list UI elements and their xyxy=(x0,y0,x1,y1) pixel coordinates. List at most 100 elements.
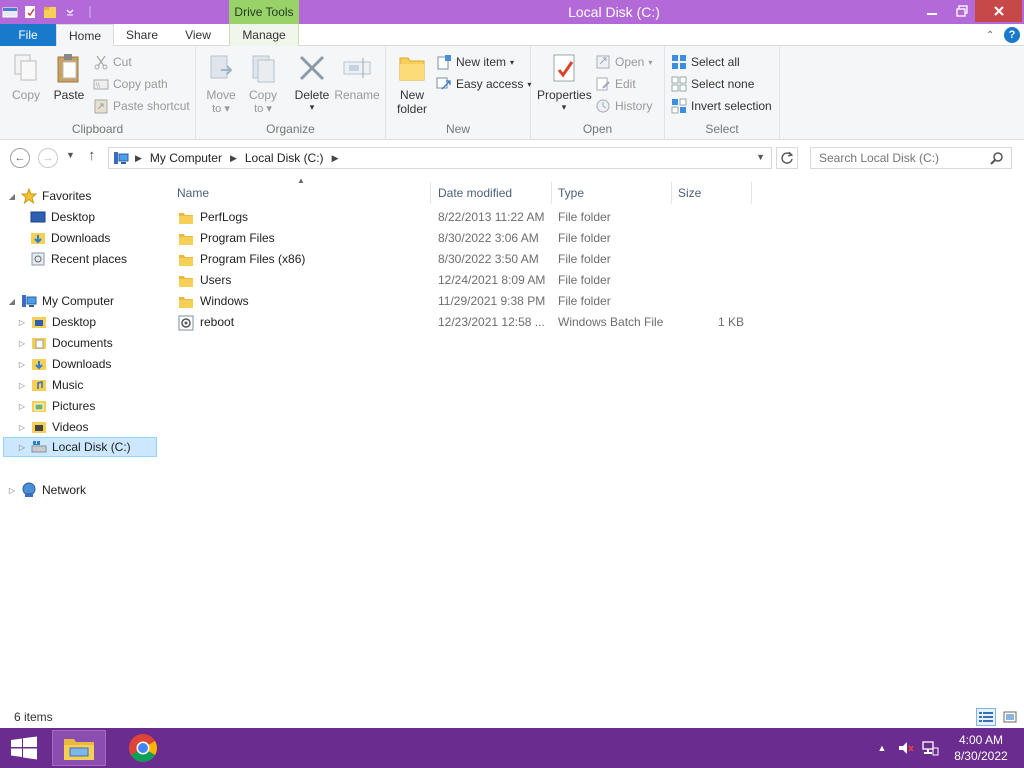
select-none-button[interactable]: Select none xyxy=(671,74,754,94)
edit-button[interactable]: Edit xyxy=(595,74,636,94)
file-size xyxy=(678,207,744,228)
breadcrumb-arrow-icon[interactable]: ▶ xyxy=(135,153,142,164)
tree-favorites[interactable]: ◢ Favorites xyxy=(8,186,91,206)
tree-pc-documents[interactable]: ▷ Documents xyxy=(18,333,113,353)
paste-shortcut-button[interactable]: Paste shortcut xyxy=(93,96,190,116)
expanded-arrow-icon[interactable]: ◢ xyxy=(8,192,16,201)
forward-button[interactable]: → xyxy=(38,148,58,168)
rename-button[interactable]: Rename xyxy=(334,52,380,102)
chevron-down-icon[interactable] xyxy=(62,4,78,20)
folder-icon xyxy=(178,273,194,289)
collapsed-arrow-icon[interactable]: ▷ xyxy=(18,402,26,411)
start-button[interactable] xyxy=(10,736,38,760)
taskbar-chrome[interactable] xyxy=(116,730,170,766)
file-row[interactable]: Program Files (x86) 8/30/2022 3:50 AM Fi… xyxy=(174,249,764,270)
tree-fav-downloads[interactable]: Downloads xyxy=(30,228,110,248)
restore-button[interactable] xyxy=(948,0,976,22)
file-row[interactable]: Program Files 8/30/2022 3:06 AM File fol… xyxy=(174,228,764,249)
copy-path-button[interactable]: \\ Copy path xyxy=(93,74,168,94)
collapsed-arrow-icon[interactable]: ▷ xyxy=(18,443,26,452)
taskbar-file-explorer[interactable] xyxy=(52,730,106,766)
tree-network[interactable]: ▷ Network xyxy=(8,480,86,500)
column-header-type[interactable]: Type xyxy=(552,182,672,204)
help-icon[interactable]: ? xyxy=(1004,27,1020,43)
network-status-button[interactable] xyxy=(920,738,940,758)
paste-button[interactable]: Paste xyxy=(50,52,88,102)
tree-pc-downloads[interactable]: ▷ Downloads xyxy=(18,354,111,374)
move-to-button[interactable]: Move to ▾ xyxy=(204,52,238,115)
search-input[interactable] xyxy=(810,147,1012,169)
new-folder-button[interactable]: New folder xyxy=(392,52,432,116)
collapsed-arrow-icon[interactable]: ▷ xyxy=(18,339,26,348)
tree-my-computer[interactable]: ◢ My Computer xyxy=(8,291,114,311)
tab-manage[interactable]: Manage xyxy=(229,24,299,46)
delete-button[interactable]: Delete ▾ xyxy=(292,52,332,113)
up-button[interactable]: ↑ xyxy=(88,147,102,167)
cut-button[interactable]: Cut xyxy=(93,52,132,72)
new-item-button[interactable]: New item ▾ xyxy=(436,52,514,72)
column-header-date[interactable]: Date modified xyxy=(432,182,552,204)
back-button[interactable]: ← xyxy=(10,148,30,168)
select-all-button[interactable]: Select all xyxy=(671,52,740,72)
tree-pc-local-disk[interactable]: ▷ Local Disk (C:) xyxy=(3,437,157,457)
close-button[interactable] xyxy=(975,0,1022,22)
breadcrumb-arrow-icon[interactable]: ▶ xyxy=(332,153,339,164)
collapsed-arrow-icon[interactable]: ▷ xyxy=(18,360,26,369)
properties-button[interactable]: Properties ▾ xyxy=(537,52,592,113)
search-icon[interactable] xyxy=(990,151,1004,165)
new-folder-icon[interactable] xyxy=(42,4,58,20)
tree-pc-music[interactable]: ▷ Music xyxy=(18,375,83,395)
delete-dropdown-icon[interactable]: ▾ xyxy=(292,102,332,113)
copy-path-label: Copy path xyxy=(113,77,168,91)
tree-pc-local-disk-label: Local Disk (C:) xyxy=(52,440,131,454)
recent-locations-icon[interactable]: ▼ xyxy=(66,150,75,160)
easy-access-button[interactable]: Easy access ▾ xyxy=(436,74,531,94)
file-row[interactable]: Windows 11/29/2021 9:38 PM File folder xyxy=(174,291,764,312)
tree-pc-pictures[interactable]: ▷ Pictures xyxy=(18,396,95,416)
arrow-up-icon: ↑ xyxy=(88,147,96,164)
explorer-icon[interactable] xyxy=(2,4,18,20)
minimize-button[interactable] xyxy=(918,0,946,22)
tree-pc-desktop[interactable]: ▷ Desktop xyxy=(18,312,96,332)
column-header-name[interactable]: Name xyxy=(171,182,431,204)
clock[interactable]: 4:00 AM 8/30/2022 xyxy=(946,732,1016,764)
copy-button[interactable]: Copy xyxy=(8,52,44,102)
details-view-button[interactable] xyxy=(976,708,996,726)
breadcrumb-arrow-icon[interactable]: ▶ xyxy=(230,153,237,164)
column-header-size[interactable]: Size xyxy=(672,182,752,204)
volume-button[interactable] xyxy=(896,738,916,758)
file-row[interactable]: reboot 12/23/2021 12:58 ... Windows Batc… xyxy=(174,312,764,333)
file-row[interactable]: PerfLogs 8/22/2013 11:22 AM File folder xyxy=(174,207,764,228)
title-bar[interactable]: Drive Tools Local Disk (C:) xyxy=(0,0,1024,24)
rename-icon xyxy=(341,52,373,84)
drive-tools-label: Drive Tools xyxy=(229,0,299,24)
collapsed-arrow-icon[interactable]: ▷ xyxy=(18,381,26,390)
properties-dropdown-icon[interactable]: ▾ xyxy=(537,102,591,113)
file-row[interactable]: Users 12/24/2021 8:09 AM File folder xyxy=(174,270,764,291)
tab-share[interactable]: Share xyxy=(116,24,168,46)
tree-pc-videos[interactable]: ▷ Videos xyxy=(18,417,89,437)
expanded-arrow-icon[interactable]: ◢ xyxy=(8,297,16,306)
properties-icon[interactable] xyxy=(22,4,38,20)
history-button[interactable]: History xyxy=(595,96,652,116)
address-dropdown-icon[interactable]: ▼ xyxy=(756,152,765,162)
tab-view[interactable]: View xyxy=(170,24,226,46)
open-button[interactable]: Open ▾ xyxy=(595,52,652,72)
tree-fav-desktop[interactable]: Desktop xyxy=(30,207,95,227)
minimize-ribbon-icon[interactable]: ⌃ xyxy=(986,30,994,41)
tree-fav-recent[interactable]: Recent places xyxy=(30,249,127,269)
large-icons-view-button[interactable] xyxy=(1000,708,1020,726)
show-hidden-icons-button[interactable]: ▲ xyxy=(876,738,888,758)
tab-file[interactable]: File xyxy=(0,24,56,46)
breadcrumb-local-disk[interactable]: Local Disk (C:) xyxy=(245,151,324,165)
collapsed-arrow-icon[interactable]: ▷ xyxy=(18,423,26,432)
breadcrumb-my-computer[interactable]: My Computer xyxy=(150,151,222,165)
address-bar[interactable]: ▶ My Computer ▶ Local Disk (C:) ▶ ▼ xyxy=(108,147,772,169)
file-name: Program Files (x86) xyxy=(200,252,306,266)
collapsed-arrow-icon[interactable]: ▷ xyxy=(18,318,26,327)
invert-selection-button[interactable]: Invert selection xyxy=(671,96,772,116)
refresh-button[interactable] xyxy=(776,147,798,169)
collapsed-arrow-icon[interactable]: ▷ xyxy=(8,486,16,495)
copy-to-button[interactable]: Copy to ▾ xyxy=(246,52,280,115)
tab-home[interactable]: Home xyxy=(56,24,114,47)
